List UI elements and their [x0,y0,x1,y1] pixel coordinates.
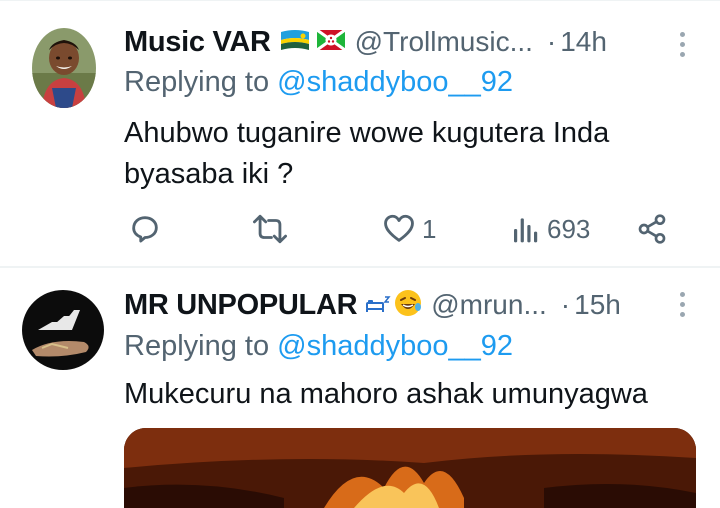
share-button[interactable] [636,207,668,251]
timestamp[interactable]: 14h [560,26,607,58]
replying-to: Replying to @shaddyboo__92 [124,66,513,99]
display-name[interactable]: MR UNPOPULAR [124,289,358,322]
timestamp[interactable]: 15h [574,289,621,321]
more-options-icon[interactable] [680,292,686,317]
user-handle[interactable]: @mrun... [431,289,547,321]
mention-link[interactable]: @shaddyboo__92 [277,330,513,362]
tweet-text: Mukecuru na mahoro ashak umunyagwa [124,374,648,415]
avatar[interactable] [32,28,96,108]
display-name[interactable]: Music VAR [124,26,271,59]
separator: · [546,26,557,57]
heart-icon [384,214,414,242]
like-count: 1 [422,213,437,244]
views-icon [514,218,538,243]
retweet-icon [253,214,288,244]
reply-icon [132,216,158,243]
laughing-face-icon [393,288,423,323]
tweet-text-line: Ahubwo tuganire wowe kugutera Inda [124,117,610,149]
tweet-media-image[interactable] [124,428,696,508]
tweet-header: Music VAR @Trollmusic... · 14h [124,22,607,62]
avatar[interactable] [22,290,104,370]
replying-prefix: Replying to [124,330,270,362]
action-bar: 1 693 [0,207,720,251]
view-count: 693 [547,213,591,244]
reply-button[interactable] [128,207,162,251]
tweet[interactable]: MR UNPOPULAR @mrun... · 15h Replying to … [0,268,720,508]
tweet-text-line: Mukecuru na mahoro ashak umunyagwa [124,378,648,410]
tweet-header: MR UNPOPULAR @mrun... · 15h [124,285,621,325]
user-handle[interactable]: @Trollmusic... [355,26,533,58]
replying-prefix: Replying to [124,66,270,98]
rwanda-flag-icon [279,28,311,57]
separator: · [560,289,571,320]
burundi-flag-icon [315,28,347,57]
share-icon [638,214,666,244]
tweet-text: Ahubwo tuganire wowe kugutera Inda byasa… [124,113,609,195]
like-button[interactable]: 1 [382,207,436,251]
sleeping-bed-icon [365,291,391,320]
retweet-button[interactable] [251,207,289,251]
replying-to: Replying to @shaddyboo__92 [124,330,513,363]
tweet[interactable]: Music VAR @Trollmusic... · 14h Replying … [0,0,720,266]
more-options-icon[interactable] [680,32,686,57]
mention-link[interactable]: @shaddyboo__92 [277,66,513,98]
tweet-text-line: byasaba iki ? [124,158,294,190]
views-button[interactable]: 693 [511,207,590,251]
